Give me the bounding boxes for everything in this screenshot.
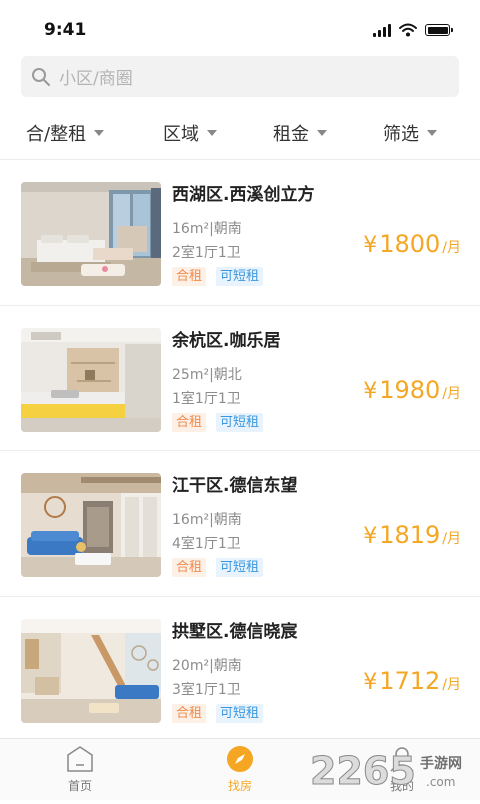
filter-more[interactable]: 筛选 bbox=[383, 120, 437, 146]
site-watermark-logo: 2265 手游网 .com bbox=[308, 744, 478, 800]
tag-short-term: 可短租 bbox=[216, 267, 264, 286]
listing-title: 余杭区.咖乐居 bbox=[172, 330, 281, 351]
listing-rooms: 4室1厅1卫 bbox=[172, 536, 241, 552]
listing-item[interactable]: 江干区.德信东望 16m²|朝南 4室1厅1卫 合租 可短租 ¥ 1819 /月 bbox=[0, 451, 480, 597]
wifi-icon bbox=[399, 23, 417, 37]
filter-rent[interactable]: 租金 bbox=[273, 120, 327, 146]
price-currency: ¥ bbox=[363, 669, 378, 695]
bedroom-photo bbox=[21, 327, 161, 432]
listing-price: ¥ 1980 /月 bbox=[363, 376, 461, 404]
tag-short-term: 可短租 bbox=[216, 558, 264, 577]
listing-tags: 合租 可短租 bbox=[172, 412, 264, 432]
listing-title: 西湖区.西溪创立方 bbox=[172, 185, 315, 205]
svg-text:.com: .com bbox=[426, 775, 455, 789]
signal-icon bbox=[373, 23, 391, 37]
filter-area[interactable]: 区域 bbox=[163, 120, 217, 146]
listing-rooms: 3室1厅1卫 bbox=[172, 681, 241, 698]
filter-label: 筛选 bbox=[383, 124, 419, 145]
svg-text:2265: 2265 bbox=[310, 749, 416, 793]
listing-item[interactable]: 西湖区.西溪创立方 16m²|朝南 2室1厅1卫 合租 可短租 ¥ 1800 /… bbox=[0, 160, 480, 306]
price-currency: ¥ bbox=[363, 378, 378, 404]
filter-bar: 合/整租 区域 租金 筛选 bbox=[0, 112, 480, 156]
status-time: 9:41 bbox=[44, 20, 87, 40]
listing-price: ¥ 1819 /月 bbox=[363, 521, 461, 549]
search-input[interactable]: 小区/商圈 bbox=[59, 64, 133, 89]
price-currency: ¥ bbox=[363, 233, 378, 258]
home-icon bbox=[67, 746, 93, 772]
price-amount: 1980 bbox=[379, 375, 441, 404]
listing-rooms: 1室1厅1卫 bbox=[172, 390, 241, 407]
caret-down-icon bbox=[94, 130, 105, 136]
svg-text:手游网: 手游网 bbox=[420, 755, 462, 772]
caret-down-icon bbox=[317, 130, 327, 136]
living-room-photo bbox=[21, 618, 161, 723]
caret-down-icon bbox=[207, 130, 217, 136]
tag-shared-rent: 合租 bbox=[172, 267, 207, 286]
listing-tags: 合租 可短租 bbox=[172, 267, 264, 286]
search-icon bbox=[32, 67, 50, 86]
compass-icon bbox=[227, 746, 253, 772]
battery-icon bbox=[425, 24, 453, 36]
listing-item[interactable]: 拱墅区.德信晓宸 20m²|朝南 3室1厅1卫 合租 可短租 ¥ 1712 /月 bbox=[0, 597, 480, 742]
tag-short-term: 可短租 bbox=[216, 412, 264, 432]
listing-title: 江干区.德信东望 bbox=[172, 476, 298, 496]
tag-short-term: 可短租 bbox=[216, 703, 264, 723]
tag-shared-rent: 合租 bbox=[172, 412, 207, 432]
price-amount: 1712 bbox=[379, 666, 441, 695]
bedroom-photo bbox=[21, 182, 161, 286]
listing-size: 16m²|朝南 bbox=[172, 221, 242, 237]
filter-label: 租金 bbox=[273, 124, 309, 145]
listing-tags: 合租 可短租 bbox=[172, 558, 264, 577]
listing-title: 拱墅区.德信晓宸 bbox=[172, 621, 298, 642]
price-unit: /月 bbox=[442, 676, 461, 693]
tab-find-house[interactable]: 找房 bbox=[200, 745, 280, 794]
filter-label: 区域 bbox=[163, 124, 199, 145]
status-bar: 9:41 bbox=[0, 0, 480, 54]
price-currency: ¥ bbox=[363, 524, 378, 549]
listing-size: 20m²|朝南 bbox=[172, 657, 242, 674]
search-bar[interactable]: 小区/商圈 bbox=[21, 56, 459, 97]
filter-label: 合/整租 bbox=[26, 124, 87, 145]
listing-item[interactable]: 余杭区.咖乐居 25m²|朝北 1室1厅1卫 合租 可短租 ¥ 1980 /月 bbox=[0, 306, 480, 451]
price-unit: /月 bbox=[442, 240, 461, 256]
tag-shared-rent: 合租 bbox=[172, 558, 207, 577]
listing-list: 西湖区.西溪创立方 16m²|朝南 2室1厅1卫 合租 可短租 ¥ 1800 /… bbox=[0, 160, 480, 742]
price-unit: /月 bbox=[442, 531, 461, 547]
living-room-photo bbox=[21, 473, 161, 577]
listing-tags: 合租 可短租 bbox=[172, 703, 264, 723]
caret-down-icon bbox=[427, 130, 437, 136]
tab-label: 首页 bbox=[67, 779, 92, 793]
tab-label: 找房 bbox=[227, 779, 252, 793]
filter-rent-type[interactable]: 合/整租 bbox=[26, 120, 105, 146]
listing-price: ¥ 1800 /月 bbox=[363, 230, 461, 258]
price-unit: /月 bbox=[442, 385, 461, 402]
listing-size: 25m²|朝北 bbox=[172, 366, 242, 383]
tag-shared-rent: 合租 bbox=[172, 703, 207, 723]
listing-rooms: 2室1厅1卫 bbox=[172, 245, 241, 261]
tab-home[interactable]: 首页 bbox=[40, 745, 120, 794]
listing-size: 16m²|朝南 bbox=[172, 512, 242, 528]
price-amount: 1800 bbox=[379, 230, 441, 258]
listing-price: ¥ 1712 /月 bbox=[363, 667, 461, 695]
status-icons bbox=[373, 22, 453, 38]
price-amount: 1819 bbox=[379, 521, 441, 549]
